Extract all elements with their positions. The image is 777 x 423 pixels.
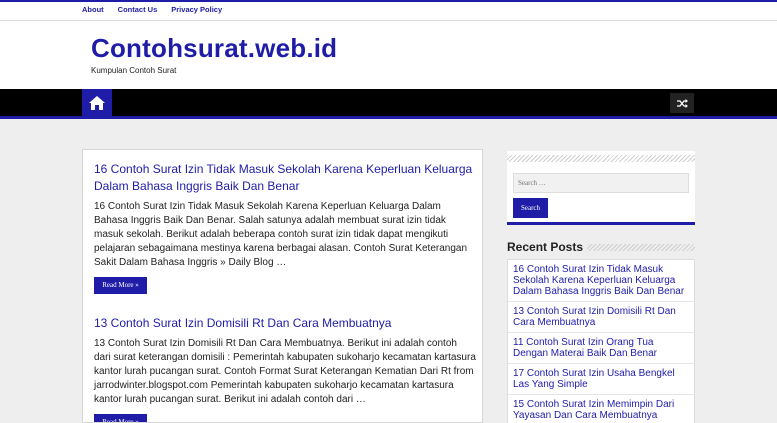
recent-post-link[interactable]: 17 Contoh Surat Izin Usaha Bengkel Las Y… [508,364,694,395]
recent-post-link[interactable]: 15 Contoh Surat Izin Memimpin Dari Yayas… [508,395,694,423]
post-excerpt: 16 Contoh Surat Izin Tidak Masuk Sekolah… [94,201,468,268]
read-more-button[interactable]: Read More » [94,277,147,294]
post-title[interactable]: 16 Contoh Surat Izin Tidak Masuk Sekolah… [94,161,476,195]
main-navbar [0,89,777,119]
top-menu-privacy-policy[interactable]: Privacy Policy [171,5,222,14]
post-item: 16 Contoh Surat Izin Tidak Masuk Sekolah… [94,161,476,294]
recent-post-link[interactable]: 13 Contoh Surat Izin Domisili Rt Dan Car… [508,302,694,333]
top-menu-contact-us[interactable]: Contact Us [118,5,158,14]
post-title[interactable]: 13 Contoh Surat Izin Domisili Rt Dan Car… [94,315,476,332]
widget-divider [587,243,695,251]
post-list: 16 Contoh Surat Izin Tidak Masuk Sekolah… [82,149,483,423]
site-header: Contohsurat.web.id Kumpulan Contoh Surat [0,21,777,89]
read-more-button[interactable]: Read More » [94,414,147,422]
site-tagline: Kumpulan Contoh Surat [91,66,177,75]
widget-divider [507,155,695,162]
top-bar: About Contact Us Privacy Policy [0,0,777,21]
recent-post-link[interactable]: 11 Contoh Surat Izin Orang Tua Dengan Ma… [508,333,694,364]
recent-posts-title: Recent Posts [507,240,584,254]
top-menu-about[interactable]: About [82,5,104,14]
search-input[interactable] [513,173,689,193]
shuffle-icon [676,98,688,108]
top-menu: About Contact Us Privacy Policy [82,5,222,14]
home-button[interactable] [82,89,112,116]
post-excerpt: 13 Contoh Surat Izin Domisili Rt Dan Car… [94,338,476,405]
site-title[interactable]: Contohsurat.web.id [91,33,337,64]
home-icon [89,95,105,110]
post-item: 13 Contoh Surat Izin Domisili Rt Dan Car… [94,315,476,422]
recent-posts-header: Recent Posts [507,239,695,255]
random-post-button[interactable] [670,93,694,113]
recent-posts-list: 16 Contoh Surat Izin Tidak Masuk Sekolah… [507,259,695,423]
search-widget: Search [507,149,695,225]
recent-post-link[interactable]: 16 Contoh Surat Izin Tidak Masuk Sekolah… [508,260,694,302]
search-button[interactable]: Search [513,198,548,218]
